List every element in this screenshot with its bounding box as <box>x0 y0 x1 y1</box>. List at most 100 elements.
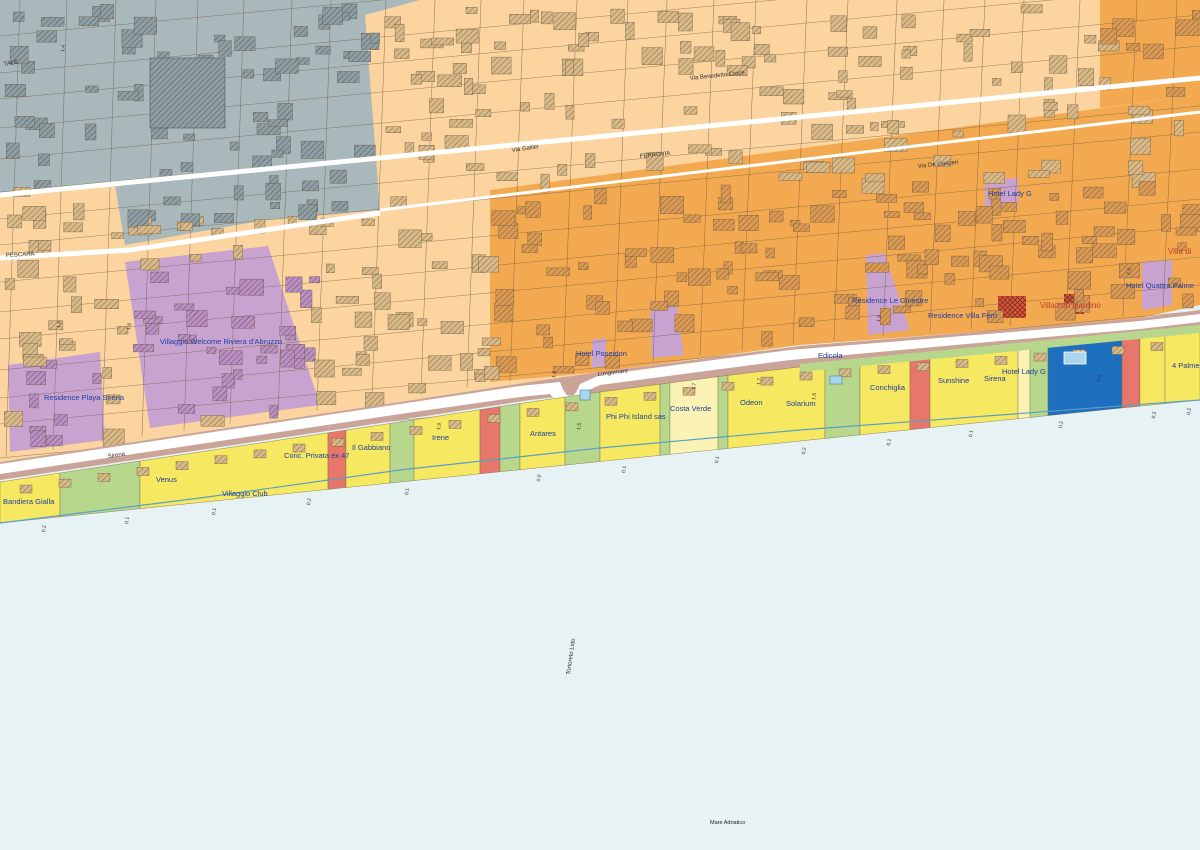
building <box>578 262 589 271</box>
depth-value: 0.1 <box>714 456 721 464</box>
building <box>1084 35 1097 44</box>
building <box>530 9 539 22</box>
beach-cabin <box>1150 342 1164 351</box>
building <box>595 301 610 315</box>
building <box>460 353 473 371</box>
building <box>650 301 668 311</box>
building <box>355 354 370 366</box>
elevation-value: 2.0 <box>1096 374 1103 382</box>
building <box>163 196 181 206</box>
beach-cabin <box>58 478 72 488</box>
building <box>934 224 951 242</box>
building <box>958 211 976 226</box>
building <box>594 188 607 205</box>
building <box>778 172 803 181</box>
building <box>252 112 269 123</box>
elevation-value: 1.6 <box>56 320 63 328</box>
building <box>585 153 596 169</box>
building <box>218 40 232 57</box>
building <box>688 268 711 286</box>
building <box>331 201 349 212</box>
building <box>761 331 773 347</box>
building <box>617 320 633 332</box>
building <box>428 355 452 371</box>
building <box>838 70 848 83</box>
building <box>765 247 775 259</box>
building <box>475 109 492 117</box>
building <box>625 22 635 40</box>
building <box>630 318 653 333</box>
building <box>326 263 335 273</box>
building <box>1126 43 1141 51</box>
depth-value: 0.2 <box>306 498 313 506</box>
building <box>793 223 810 232</box>
building <box>26 371 46 385</box>
building <box>740 243 758 254</box>
building <box>641 47 663 65</box>
building <box>85 85 99 93</box>
building <box>1011 61 1023 73</box>
building <box>431 37 455 46</box>
building <box>678 12 693 32</box>
building <box>231 316 255 329</box>
building <box>229 141 240 151</box>
building <box>394 24 405 42</box>
building <box>219 350 243 365</box>
building <box>951 255 969 267</box>
building <box>398 229 422 248</box>
building <box>1103 201 1127 214</box>
depth-value: 0.1 <box>211 507 218 515</box>
building <box>1007 114 1026 134</box>
building <box>431 261 448 270</box>
building <box>755 272 779 282</box>
building <box>491 56 512 75</box>
building <box>293 26 308 37</box>
depth-value: 0.2 <box>41 525 48 533</box>
building <box>525 201 541 218</box>
label-odeon: Odeon <box>740 398 763 407</box>
building <box>363 336 378 351</box>
building <box>1174 120 1184 137</box>
building <box>650 247 675 263</box>
label-conc-privata: Conc. Privata ex 47 <box>284 451 349 460</box>
beach-cabin <box>448 420 462 429</box>
building <box>846 125 864 134</box>
building <box>420 233 433 241</box>
building <box>387 314 410 330</box>
building <box>810 205 835 223</box>
building <box>1138 181 1156 196</box>
building <box>417 318 428 326</box>
building <box>132 344 154 353</box>
building <box>72 203 85 221</box>
building <box>917 264 928 275</box>
building <box>271 149 284 158</box>
building <box>452 63 467 74</box>
building <box>100 3 114 19</box>
building <box>1128 160 1144 175</box>
building <box>727 286 738 295</box>
building <box>342 367 362 376</box>
label-venus: Venus <box>156 475 177 484</box>
beach-cabin <box>604 397 618 406</box>
building <box>625 248 647 257</box>
elevation-value: 1.6 <box>126 322 133 330</box>
label-conchiglia: Conchiglia <box>870 383 906 392</box>
building <box>1041 232 1054 252</box>
building <box>983 171 1005 184</box>
building <box>1161 214 1171 232</box>
building <box>975 298 984 307</box>
building <box>1049 55 1068 74</box>
building <box>38 153 50 166</box>
building <box>1067 271 1091 290</box>
label-il-gabbiano: Il Gabbiano <box>352 443 390 452</box>
building <box>478 256 499 273</box>
building <box>1100 28 1117 45</box>
label-edicola: Edicola <box>818 351 843 360</box>
building <box>1175 227 1197 236</box>
building <box>465 6 478 14</box>
building <box>901 14 916 29</box>
beach-cabin <box>643 392 657 401</box>
building <box>5 142 20 159</box>
building <box>1022 235 1039 245</box>
map-canvas: Lungomare Sirena PESCARA FERROVIA Via De… <box>0 0 1200 850</box>
